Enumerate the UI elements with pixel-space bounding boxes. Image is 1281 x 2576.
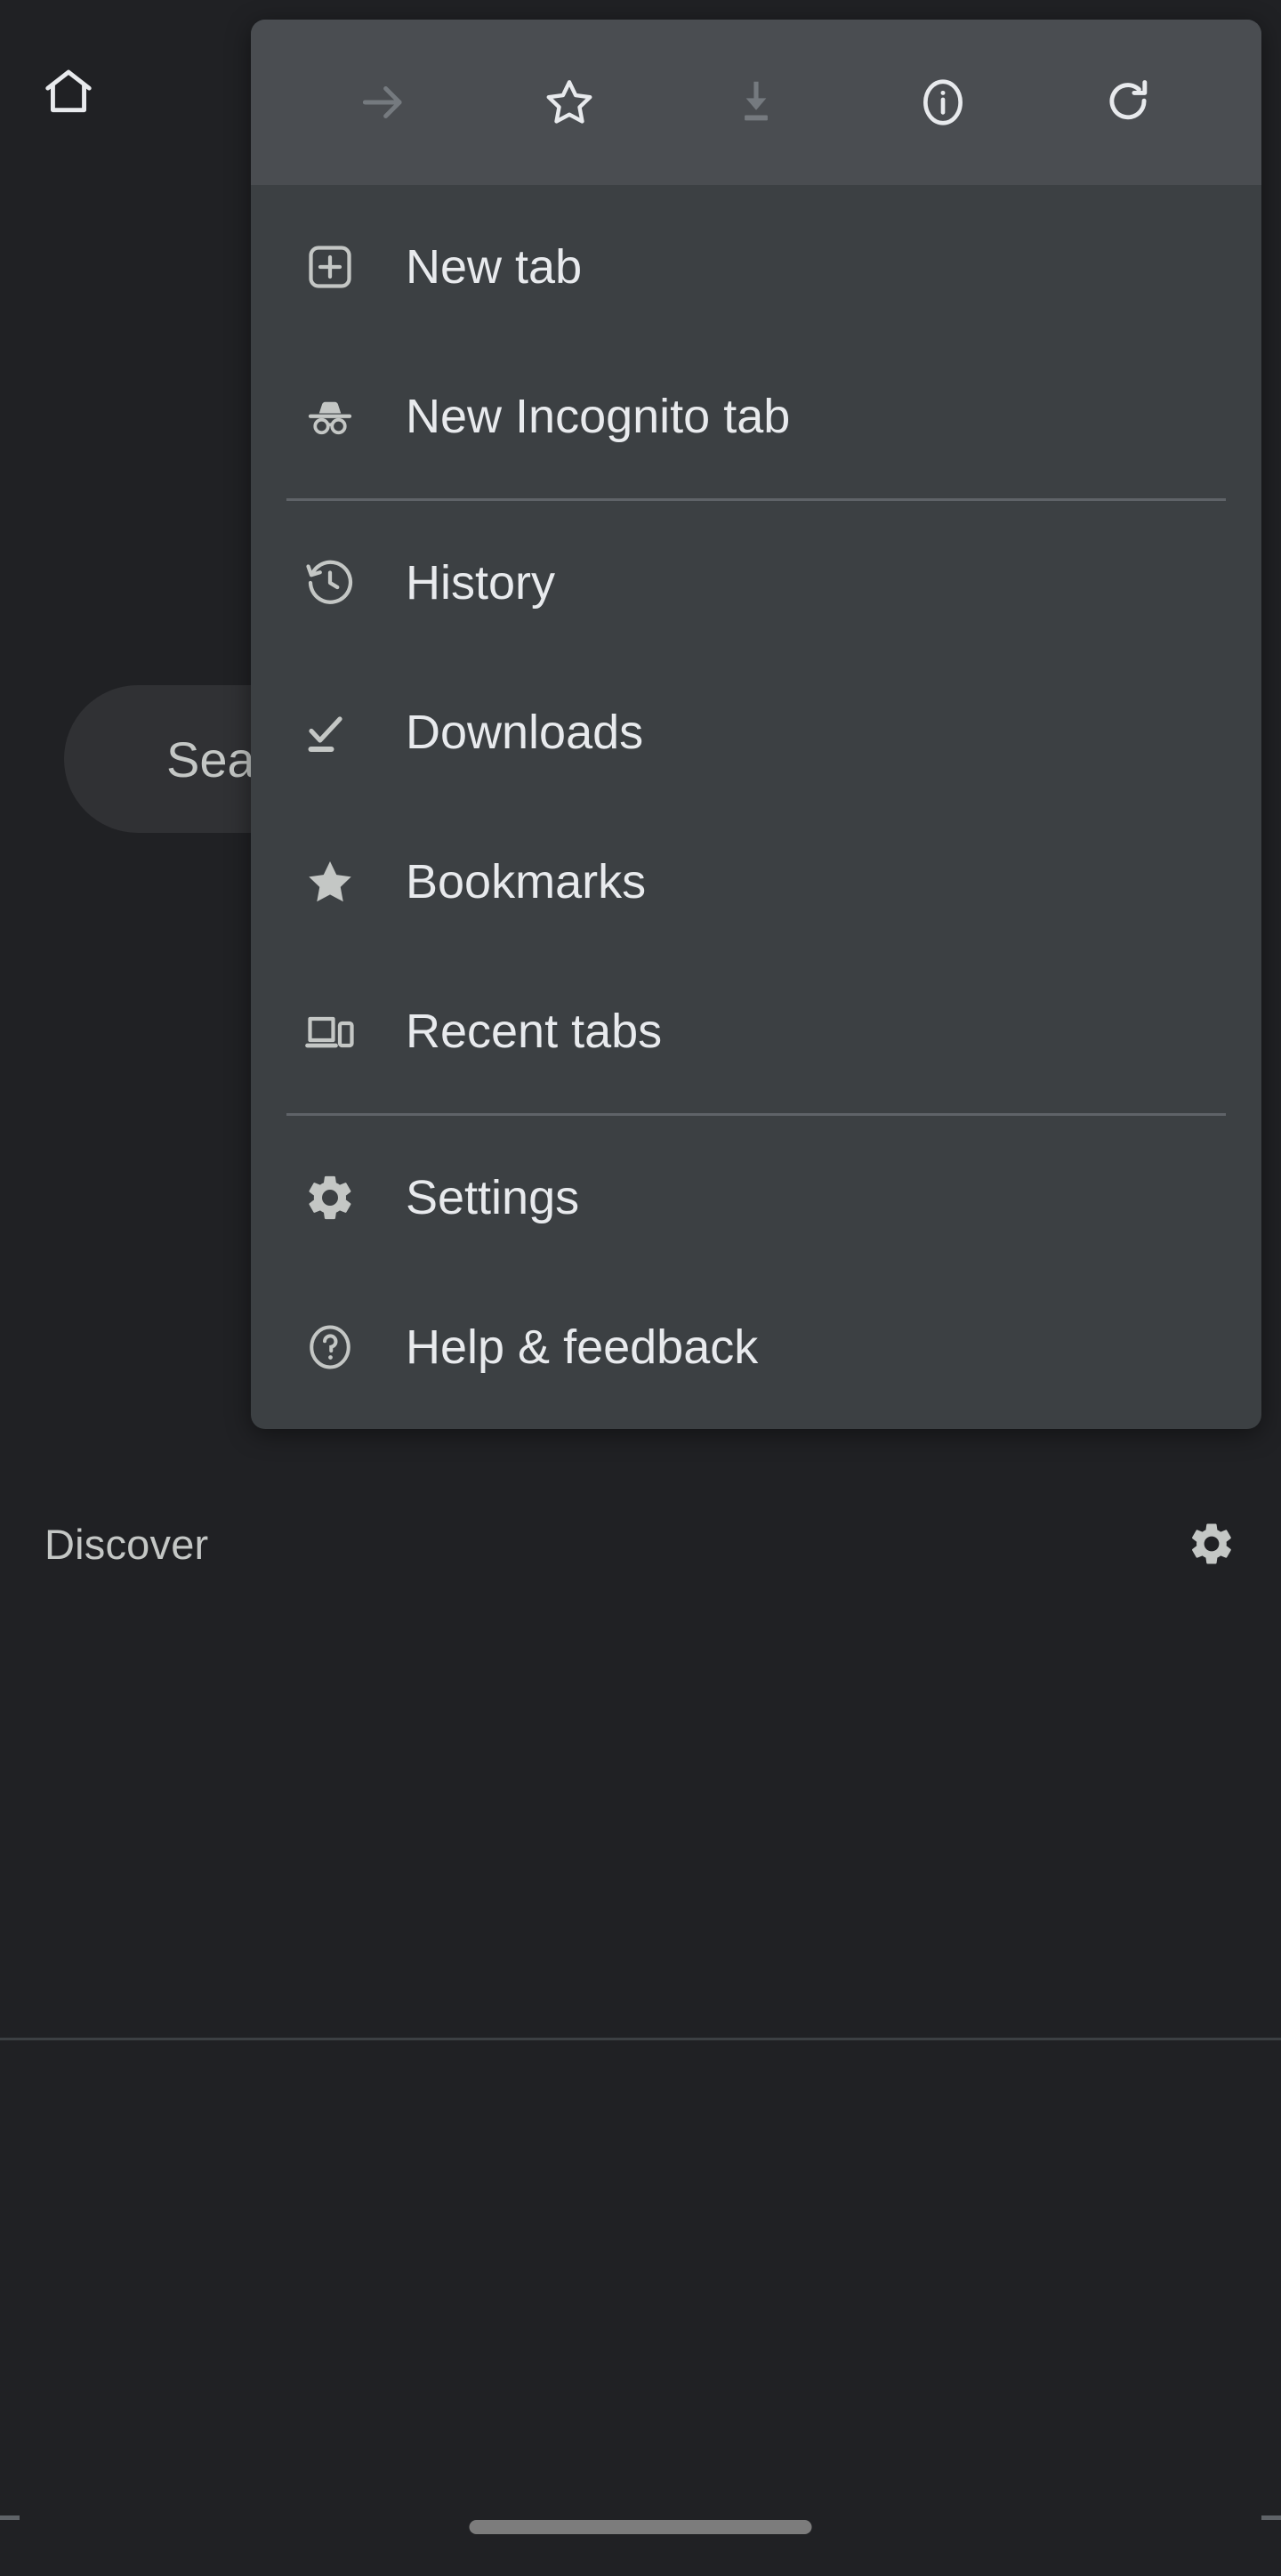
help-circle-icon	[301, 1318, 359, 1377]
menu-group-tabs: New tab New Incognito tab	[251, 185, 1261, 498]
menu-item-downloads[interactable]: Downloads	[251, 658, 1261, 807]
menu-item-settings[interactable]: Settings	[251, 1123, 1261, 1272]
menu-item-label: New Incognito tab	[406, 390, 791, 443]
menu-item-new-incognito-tab[interactable]: New Incognito tab	[251, 342, 1261, 491]
menu-item-label: Downloads	[406, 706, 644, 759]
new-tab-icon	[301, 238, 359, 296]
discover-title: Discover	[44, 1520, 209, 1568]
menu-item-label: History	[406, 556, 556, 610]
home-icon[interactable]	[41, 64, 96, 119]
menu-item-bookmarks[interactable]: Bookmarks	[251, 807, 1261, 957]
menu-item-label: Help & feedback	[406, 1320, 759, 1374]
incognito-icon	[301, 387, 359, 446]
menu-item-label: Bookmarks	[406, 855, 647, 908]
recent-tabs-icon	[301, 1002, 359, 1061]
info-circle-icon[interactable]	[894, 53, 992, 151]
menu-group-library: History Downloads Bookmarks Recent tabs	[251, 501, 1261, 1113]
menu-item-recent-tabs[interactable]: Recent tabs	[251, 957, 1261, 1106]
menu-item-label: Settings	[406, 1171, 580, 1224]
menu-item-label: New tab	[406, 240, 583, 294]
menu-item-history[interactable]: History	[251, 508, 1261, 658]
menu-quick-action-row	[251, 20, 1261, 185]
scroll-edge-tick-left	[0, 2515, 20, 2520]
history-icon	[301, 553, 359, 612]
star-filled-icon	[301, 852, 359, 911]
star-outline-icon[interactable]	[520, 53, 618, 151]
chrome-overflow-menu: New tab New Incognito tab History Downlo…	[251, 20, 1261, 1429]
menu-item-new-tab[interactable]: New tab	[251, 192, 1261, 342]
forward-arrow-icon[interactable]	[334, 53, 432, 151]
gear-icon[interactable]	[1187, 1519, 1237, 1569]
download-icon[interactable]	[707, 53, 805, 151]
reload-icon[interactable]	[1080, 53, 1178, 151]
discover-header: Discover	[0, 1495, 1281, 1593]
menu-item-help-and-feedback[interactable]: Help & feedback	[251, 1272, 1261, 1422]
downloads-icon	[301, 703, 359, 762]
feed-divider	[0, 2038, 1281, 2040]
gear-icon	[301, 1168, 359, 1227]
menu-group-support: Settings Help & feedback	[251, 1116, 1261, 1429]
menu-item-label: Recent tabs	[406, 1005, 663, 1058]
gesture-nav-pill[interactable]	[469, 2520, 812, 2534]
scroll-edge-tick-right	[1261, 2515, 1281, 2520]
phone-screen: Search or type Discover	[0, 0, 1281, 2576]
